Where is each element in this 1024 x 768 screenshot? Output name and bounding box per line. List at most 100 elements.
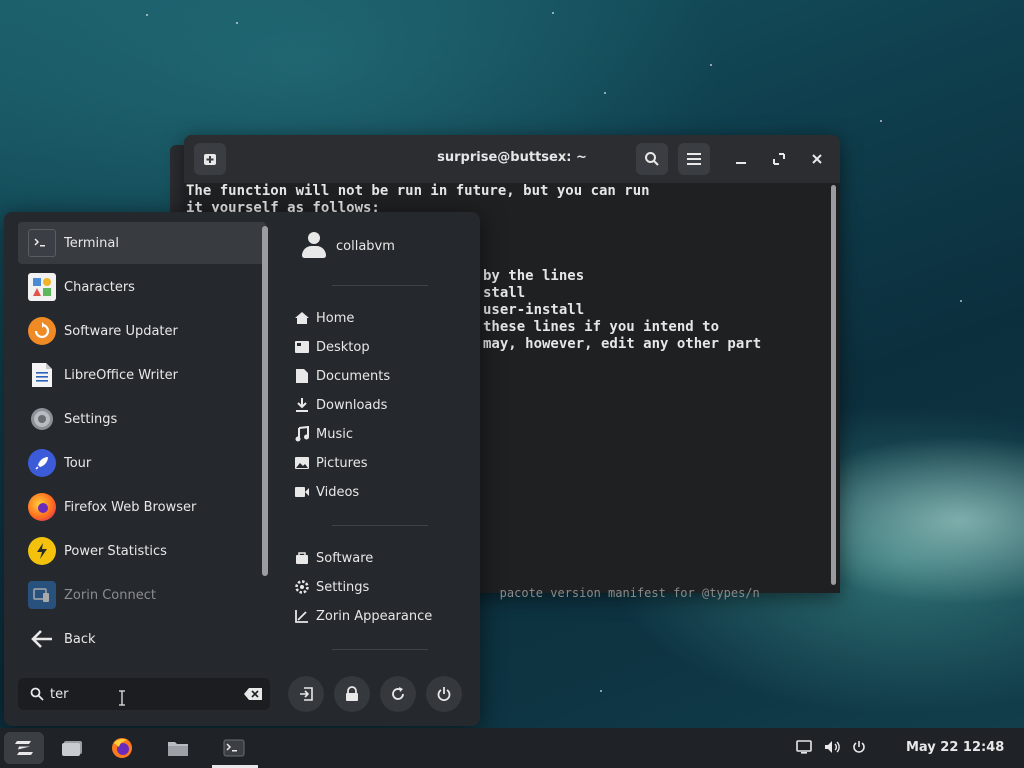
characters-icon [28,273,56,301]
settings-icon [295,580,309,594]
close-icon [812,154,822,164]
terminal-menu-button[interactable] [678,143,710,175]
workspaces-icon [62,741,82,756]
appearance-icon [295,610,308,623]
app-item-characters[interactable]: Characters [18,266,266,308]
menu-search-input[interactable]: ter [18,678,270,710]
search-icon [645,152,659,166]
place-item-downloads[interactable]: Downloads [294,394,387,416]
music-icon [295,426,309,442]
logout-button[interactable] [288,676,324,712]
place-label: Documents [316,368,391,384]
rocket-icon [28,449,56,477]
app-item-zorin-connect[interactable]: Zorin Connect [18,574,266,616]
app-label: Firefox Web Browser [64,499,197,515]
lock-button[interactable] [334,676,370,712]
app-item-firefox[interactable]: Firefox Web Browser [18,486,266,528]
place-item-documents[interactable]: Documents [294,365,390,387]
place-item-desktop[interactable]: Desktop [294,336,370,358]
terminal-line: The function will not be run in future, … [186,183,650,199]
desktop-folder-icon [295,341,309,353]
terminal-icon [28,229,56,257]
system-item-settings[interactable]: Settings [294,576,369,598]
taskbar-terminal-button[interactable] [214,732,254,764]
terminal-scrollbar[interactable] [831,185,836,585]
software-icon [296,552,308,564]
place-item-home[interactable]: Home [294,307,354,329]
documents-icon [296,369,308,383]
system-item-software[interactable]: Software [294,547,373,569]
place-label: Pictures [316,455,368,471]
user-account-item[interactable]: collabvm [298,230,395,262]
power-icon [437,687,451,701]
logout-icon [300,687,313,701]
wallpaper-star [604,92,606,94]
libreoffice-writer-icon [28,361,56,389]
wallpaper-star [236,22,238,24]
app-label: LibreOffice Writer [64,367,178,383]
terminal-icon [223,739,245,757]
app-item-power-statistics[interactable]: Power Statistics [18,530,266,572]
app-label: Power Statistics [64,543,167,559]
app-item-software-updater[interactable]: Software Updater [18,310,266,352]
terminal-search-button[interactable] [636,143,668,175]
place-label: Desktop [316,339,370,355]
volume-icon[interactable] [824,740,842,754]
app-list-scrollbar[interactable] [262,226,268,576]
app-label: Settings [64,411,118,427]
app-item-libreoffice-writer[interactable]: LibreOffice Writer [18,354,266,396]
terminal-line: user-install [483,302,585,318]
hamburger-menu-icon [687,153,701,165]
firefox-icon [112,738,132,758]
place-label: Music [316,426,353,442]
place-item-videos[interactable]: Videos [294,481,359,503]
taskbar-workspaces-button[interactable] [52,732,92,764]
place-label: Software [316,550,374,566]
search-query: ter [50,686,69,702]
app-item-terminal[interactable]: Terminal [18,222,266,264]
app-menu: Terminal Characters Software Updater Lib… [4,212,480,726]
zorin-logo-icon [15,741,33,755]
folder-icon [168,742,188,756]
minimize-icon [736,162,746,164]
restart-button[interactable] [380,676,416,712]
lock-icon [346,686,358,701]
downloads-icon [296,398,308,412]
place-label: Home [316,310,355,326]
app-label: Characters [64,279,135,295]
clock[interactable]: May 22 12:48 [906,740,1004,755]
pictures-icon [295,457,309,469]
search-icon [30,687,44,701]
app-label: Back [64,631,96,647]
back-button[interactable]: Back [18,618,266,660]
separator [332,285,428,286]
system-item-zorin-appearance[interactable]: Zorin Appearance [294,605,432,627]
maximize-button[interactable] [767,147,791,171]
power-menu-icon[interactable] [852,740,866,754]
notification-screen-icon[interactable] [796,740,812,754]
place-label: Videos [316,484,360,500]
close-button[interactable] [805,147,829,171]
app-item-tour[interactable]: Tour [18,442,266,484]
terminal-header[interactable]: surprise@buttsex: ~ [184,135,840,183]
place-label: Settings [316,579,370,595]
place-item-music[interactable]: Music [294,423,353,445]
terminal-line: stall [483,285,526,301]
zorin-menu-button[interactable] [4,732,44,764]
text-cursor-icon [118,690,126,710]
settings-gear-icon [28,405,56,433]
wallpaper-star [710,64,712,66]
separator [332,649,428,650]
power-off-button[interactable] [426,676,462,712]
separator [332,525,428,526]
terminal-line: these lines if you intend to [483,319,720,335]
background-terminal-line: pacote version manifest for @types/n [478,586,760,600]
taskbar-files-button[interactable] [158,732,198,764]
minimize-button[interactable] [729,147,753,171]
wallpaper-star [146,14,148,16]
clear-search-icon[interactable] [244,688,262,700]
app-label: Software Updater [64,323,178,339]
place-item-pictures[interactable]: Pictures [294,452,367,474]
taskbar-firefox-button[interactable] [102,732,142,764]
app-item-settings[interactable]: Settings [18,398,266,440]
